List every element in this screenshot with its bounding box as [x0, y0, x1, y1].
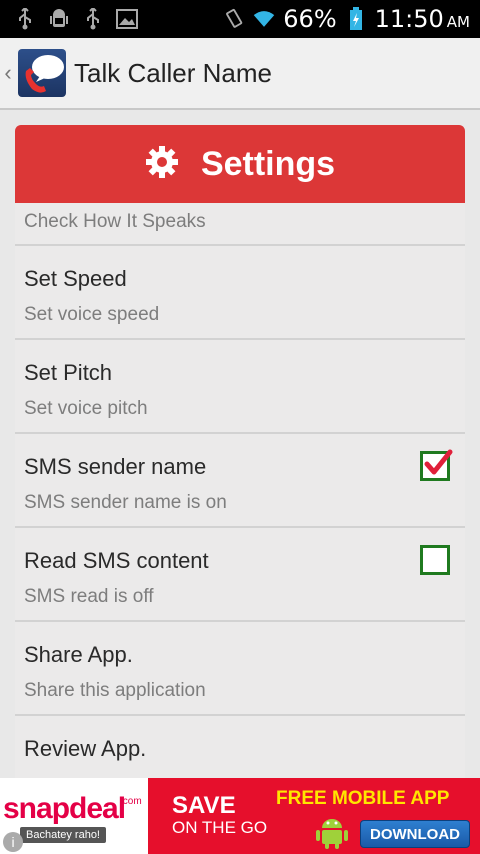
checkmark-icon — [424, 449, 453, 475]
preference-list: Check How It Speaks Set Speed Set voice … — [15, 203, 465, 778]
vibrate-icon — [223, 8, 245, 30]
android-icon — [312, 812, 352, 850]
pref-share-app[interactable]: Share App. Share this application — [15, 622, 465, 716]
pref-review-app[interactable]: Review App. — [15, 716, 465, 778]
settings-screen: Settings Check How It Speaks Set Speed S… — [0, 110, 480, 778]
read-sms-content-checkbox[interactable] — [420, 545, 450, 575]
pref-sms-sender-name[interactable]: SMS sender name SMS sender name is on — [15, 434, 465, 528]
wifi-icon — [253, 8, 275, 30]
ad-brand-box: snapdeal .com Bachatey raho! i — [0, 778, 148, 854]
action-bar: ‹ Talk Caller Name — [0, 38, 480, 110]
gear-icon — [145, 145, 179, 184]
clock: 11:50 AM — [375, 5, 470, 33]
ad-brand: snapdeal — [3, 792, 126, 825]
ad-tagline: Bachatey raho! — [20, 827, 106, 843]
usb-icon — [82, 8, 104, 30]
info-icon[interactable]: i — [3, 832, 23, 852]
settings-header: Settings — [15, 125, 465, 203]
settings-panel: Settings Check How It Speaks Set Speed S… — [15, 125, 465, 778]
pref-title: Share App. — [24, 642, 133, 667]
pref-summary: SMS read is off — [24, 586, 154, 607]
pref-summary: Share this application — [24, 680, 206, 701]
image-icon — [116, 8, 138, 30]
pref-title: Review App. — [24, 736, 147, 761]
pref-title: Set Speed — [24, 266, 127, 291]
pref-set-pitch[interactable]: Set Pitch Set voice pitch — [15, 340, 465, 434]
ad-banner[interactable]: snapdeal .com Bachatey raho! i SAVE ON T… — [0, 778, 480, 854]
pref-summary: Set voice speed — [24, 304, 160, 325]
ad-free-app: FREE MOBILE APP — [276, 788, 450, 809]
ad-on-the-go: ON THE GO — [172, 818, 268, 837]
battery-charging-icon — [345, 7, 367, 30]
pref-read-sms-content[interactable]: Read SMS content SMS read is off — [15, 528, 465, 622]
up-chevron-icon[interactable]: ‹ — [0, 37, 16, 109]
app-title: Talk Caller Name — [74, 57, 272, 88]
download-button[interactable]: DOWNLOAD — [360, 820, 470, 848]
pref-check-speaks[interactable]: Check How It Speaks — [15, 203, 465, 246]
ad-brand-suffix: .com — [120, 796, 142, 807]
pref-title: SMS sender name — [24, 454, 207, 479]
status-bar: 66% 11:50 AM — [0, 0, 480, 38]
pref-set-speed[interactable]: Set Speed Set voice speed — [15, 246, 465, 340]
app-logo-icon[interactable] — [18, 49, 66, 97]
pref-title: Read SMS content — [24, 548, 209, 573]
ad-save: SAVE — [172, 792, 236, 819]
pref-summary: Check How It Speaks — [24, 211, 206, 232]
battery-percent: 66% — [283, 5, 337, 33]
pref-summary: SMS sender name is on — [24, 492, 227, 513]
clock-ampm: AM — [446, 13, 470, 31]
pref-summary: Set voice pitch — [24, 398, 148, 419]
pref-title: Set Pitch — [24, 360, 113, 385]
settings-title: Settings — [200, 144, 336, 183]
usb-icon — [14, 8, 36, 30]
sms-sender-name-checkbox[interactable] — [420, 449, 453, 481]
clock-time: 11:50 — [374, 5, 444, 33]
android-debug-icon — [48, 8, 70, 30]
